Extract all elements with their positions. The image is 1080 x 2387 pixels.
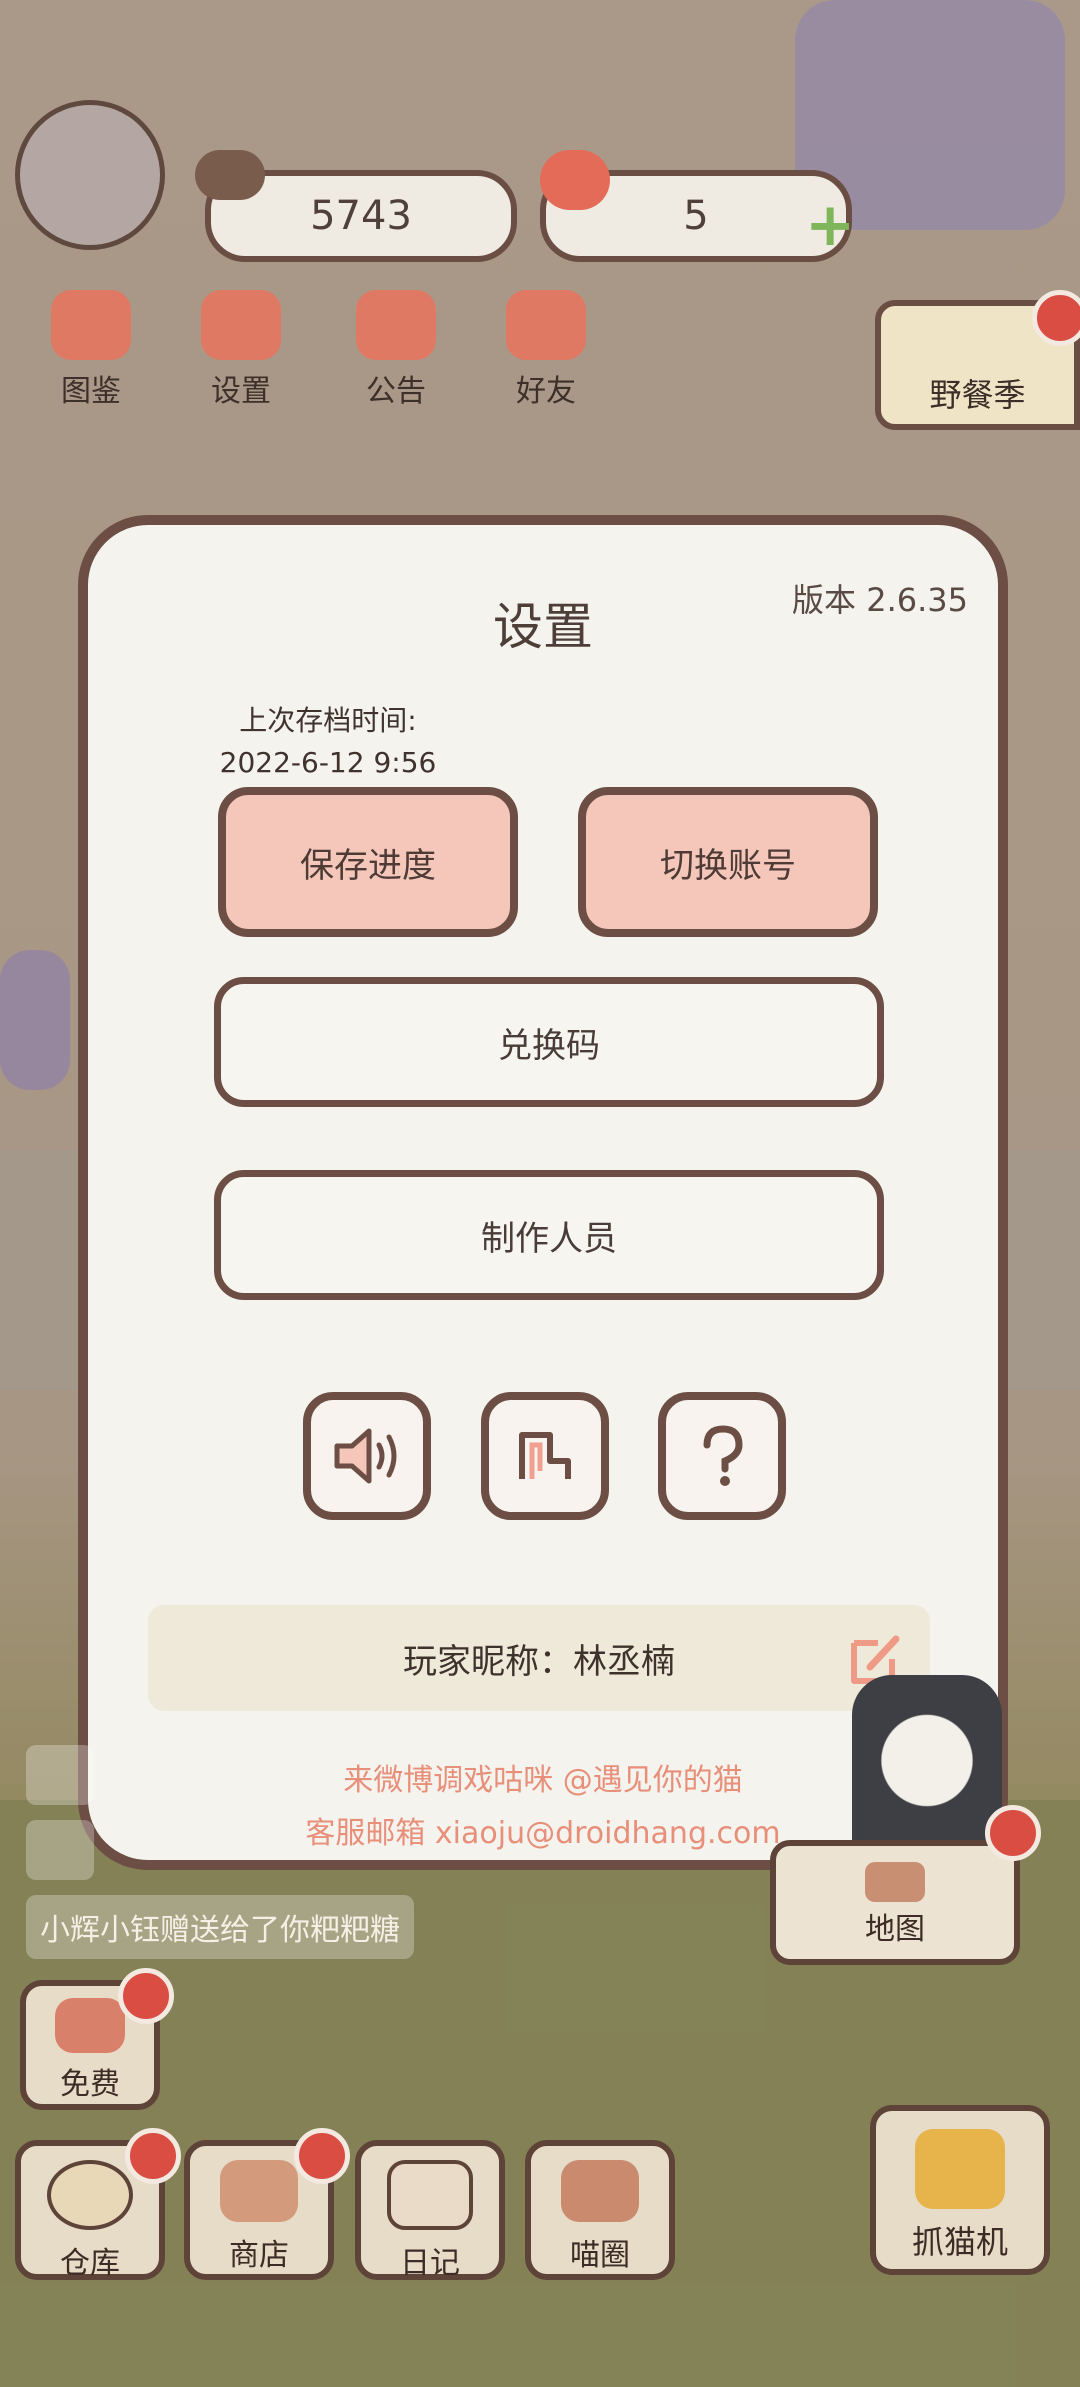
cat-planet-icon [561, 2160, 639, 2222]
notification-dot [294, 2128, 350, 2184]
catalog-label: 图鉴 [61, 374, 121, 409]
house-icon [865, 1862, 925, 1902]
notification-dot [125, 2128, 181, 2184]
notification-dot [1032, 290, 1080, 346]
help-icon [703, 1425, 743, 1486]
heart-count: 5 [683, 193, 709, 239]
heart-icon [540, 150, 610, 210]
diary-button[interactable]: 日记 [355, 2140, 505, 2281]
claw-machine-button[interactable]: 抓猫机 [870, 2105, 1050, 2275]
shop-label: 商店 [229, 2238, 289, 2273]
credits-label: 制作人员 [481, 1218, 617, 1259]
switch-account-button[interactable]: 切换账号 [578, 787, 878, 937]
sound-toggle-button[interactable] [303, 1392, 431, 1520]
friends-label: 好友 [516, 374, 576, 409]
map-button[interactable]: 地图 [770, 1840, 1020, 1965]
notice-button[interactable]: 公告 [341, 290, 451, 410]
picnic-season-label: 野餐季 [929, 376, 1026, 414]
coin-count: 5743 [310, 193, 412, 239]
save-progress-button[interactable]: 保存进度 [218, 787, 518, 937]
last-save-label: 上次存档时间: [239, 704, 417, 737]
cat-photo [852, 1675, 1002, 1865]
settings-dialog: 设置 版本 2.6.35 上次存档时间: 2022-6-12 9:56 保存进度… [78, 515, 1008, 1870]
music-toggle-button[interactable] [481, 1392, 609, 1520]
settings-label: 设置 [211, 374, 271, 409]
cat-circle-button[interactable]: 喵圈 [525, 2140, 675, 2280]
chat-message-fragment [26, 1745, 94, 1805]
chat-message-fragment [26, 1820, 94, 1880]
catalog-button[interactable]: 图鉴 [36, 290, 146, 410]
redeem-code-button[interactable]: 兑换码 [214, 977, 884, 1107]
free-label: 免费 [60, 2067, 120, 2102]
cat-head-icon [51, 290, 131, 360]
chat-message: 小辉小钰赠送给了你粑粑糖 [26, 1895, 414, 1959]
shop-icon [220, 2160, 298, 2222]
nickname-label: 玩家昵称：林丞楠 [403, 1641, 675, 1682]
chat-message-text: 小辉小钰赠送给了你粑粑糖 [40, 1913, 400, 1948]
notice-label: 公告 [366, 374, 426, 409]
friends-button[interactable]: 好友 [491, 290, 601, 410]
last-save-info: 上次存档时间: 2022-6-12 9:56 [218, 700, 438, 784]
cat-circle-label: 喵圈 [570, 2238, 630, 2273]
add-hearts-icon[interactable]: + [805, 195, 865, 255]
diary-icon [387, 2160, 473, 2230]
redeem-code-label: 兑换码 [498, 1025, 600, 1066]
claw-icon [915, 2129, 1005, 2209]
heart-icon [55, 1998, 125, 2053]
friends-icon [506, 290, 586, 360]
map-label: 地图 [865, 1912, 925, 1947]
claw-machine-label: 抓猫机 [911, 2223, 1008, 2261]
credits-button[interactable]: 制作人员 [214, 1170, 884, 1300]
sound-icon [334, 1428, 397, 1484]
save-progress-label: 保存进度 [300, 845, 436, 886]
diary-label: 日记 [400, 2246, 460, 2281]
fish-icon [195, 150, 265, 200]
help-button[interactable] [658, 1392, 786, 1520]
notification-dot [118, 1968, 174, 2024]
notification-dot [985, 1805, 1041, 1861]
box-icon [47, 2160, 133, 2230]
version-label: 版本 2.6.35 [792, 581, 968, 619]
warehouse-label: 仓库 [60, 2246, 120, 2281]
switch-account-label: 切换账号 [660, 845, 796, 886]
settings-button[interactable]: 设置 [186, 290, 296, 410]
gear-icon [201, 290, 281, 360]
last-save-time: 2022-6-12 9:56 [219, 746, 437, 779]
nickname-field: 玩家昵称：林丞楠 [148, 1605, 930, 1711]
music-icon [519, 1432, 571, 1479]
gift-icon [356, 290, 436, 360]
